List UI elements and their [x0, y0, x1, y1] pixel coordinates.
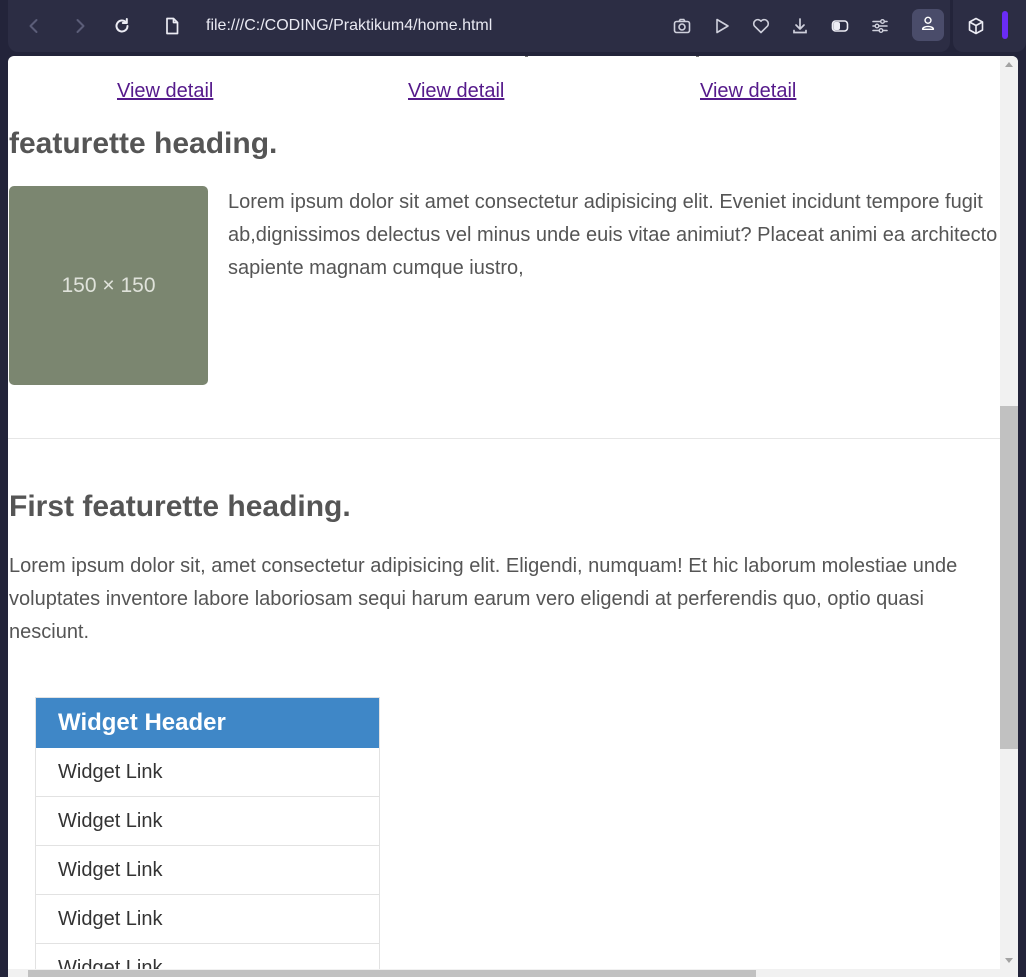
horizontal-scrollbar[interactable] [8, 969, 1000, 977]
back-icon[interactable] [22, 14, 46, 38]
camera-icon[interactable] [670, 14, 694, 38]
clipped-text-fragment [525, 56, 528, 57]
play-icon[interactable] [710, 14, 734, 38]
forward-icon[interactable] [68, 14, 92, 38]
placeholder-image: 150 × 150 [9, 186, 208, 385]
scroll-up-icon[interactable] [1005, 62, 1013, 67]
widget-link[interactable]: Widget Link [36, 895, 379, 944]
widget-link[interactable]: Widget Link [36, 797, 379, 846]
section-divider [8, 438, 1000, 439]
page-viewport: View detail View detail View detail feat… [8, 56, 1018, 977]
widget-header: Widget Header [36, 698, 379, 748]
featurette-heading: featurette heading. [9, 127, 278, 160]
placeholder-label: 150 × 150 [61, 273, 156, 297]
address-bar[interactable]: file:///C:/CODING/Praktikum4/home.html [206, 14, 492, 38]
browser-toolbar: file:///C:/CODING/Praktikum4/home.html [8, 0, 950, 52]
widget-link[interactable]: Widget Link [36, 846, 379, 895]
widget-link[interactable]: Widget Link [36, 748, 379, 797]
settings-icon[interactable] [868, 14, 892, 38]
scroll-down-icon[interactable] [1005, 958, 1013, 963]
horizontal-scroll-thumb[interactable] [28, 970, 756, 977]
profile-icon [919, 14, 937, 37]
view-detail-link-1[interactable]: View detail [117, 79, 213, 103]
heart-icon[interactable] [749, 14, 773, 38]
lead-paragraph: Lorem ipsum dolor sit, amet consectetur … [9, 555, 958, 643]
media-body-text: Lorem ipsum dolor sit amet consectetur a… [228, 191, 998, 279]
vertical-scrollbar[interactable] [1000, 56, 1018, 977]
extensions-area [953, 0, 1026, 52]
view-detail-link-3[interactable]: View detail [700, 79, 796, 103]
download-icon[interactable] [788, 14, 812, 38]
vertical-scroll-thumb[interactable] [1000, 406, 1018, 749]
widget-panel: Widget Header Widget Link Widget Link Wi… [35, 697, 380, 977]
page-icon [160, 14, 184, 38]
extensions-icon[interactable] [964, 14, 988, 38]
profile-button[interactable] [912, 9, 944, 41]
page-content: View detail View detail View detail feat… [8, 56, 1000, 977]
first-featurette-heading: First featurette heading. [9, 490, 351, 523]
clipped-text-fragment [696, 56, 699, 57]
sidebar-icon[interactable] [828, 14, 852, 38]
accent-indicator [1002, 11, 1008, 39]
view-detail-link-2[interactable]: View detail [408, 79, 504, 103]
reload-icon[interactable] [110, 14, 134, 38]
